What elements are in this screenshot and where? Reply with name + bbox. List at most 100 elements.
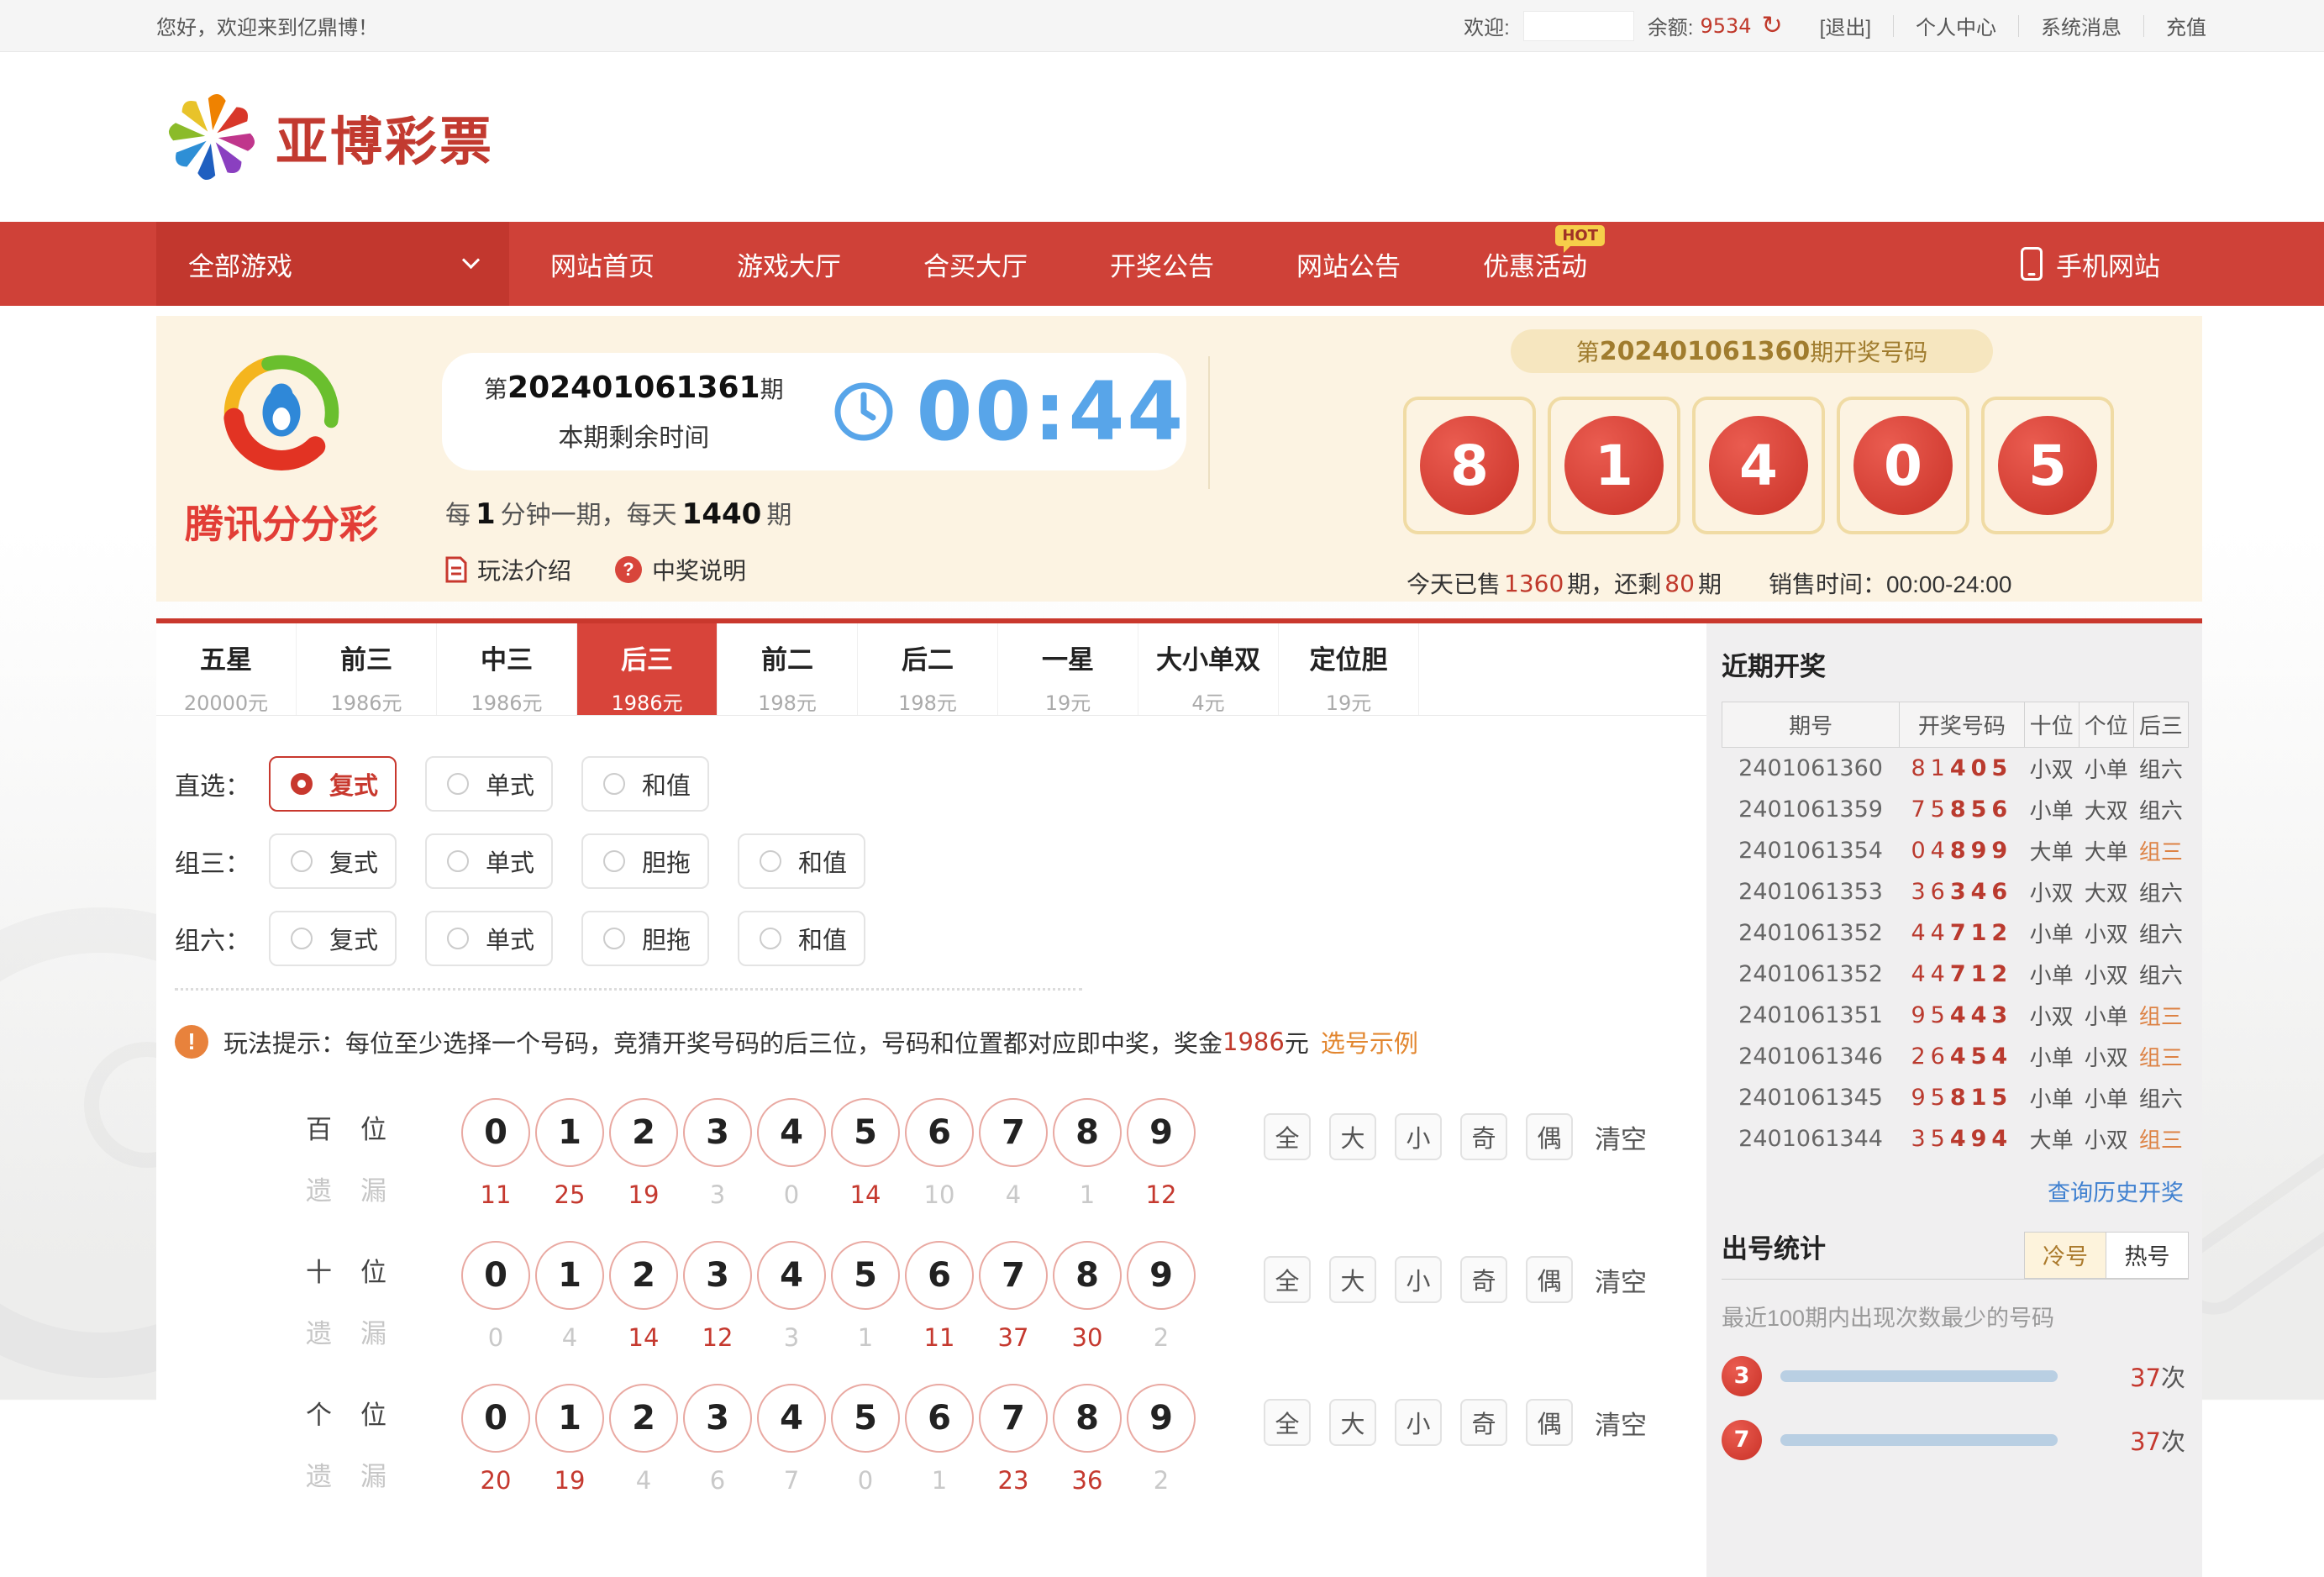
digit-button-0[interactable]: 0: [461, 1098, 530, 1167]
tab-一星[interactable]: 一星19元: [998, 623, 1138, 715]
refresh-icon[interactable]: ↻: [1762, 13, 1783, 39]
nav-item-合买大厅[interactable]: 合买大厅: [882, 222, 1069, 306]
digit-button-5[interactable]: 5: [831, 1241, 900, 1310]
welcome-input[interactable]: [1523, 11, 1634, 41]
quick-奇-button[interactable]: 奇: [1460, 1399, 1507, 1446]
option-单式[interactable]: 单式: [425, 833, 553, 889]
stats-tab-冷号[interactable]: 冷号: [2024, 1232, 2106, 1279]
prize-help-link[interactable]: ? 中奖说明: [615, 553, 746, 586]
digit-button-9[interactable]: 9: [1127, 1384, 1196, 1453]
tab-五星[interactable]: 五星20000元: [156, 623, 297, 715]
digit-cell: 47: [755, 1384, 828, 1495]
history-link[interactable]: 查询历史开奖: [2048, 1180, 2184, 1206]
nav-item-开奖公告[interactable]: 开奖公告: [1069, 222, 1255, 306]
logout-link[interactable]: [退出]: [1820, 11, 1871, 40]
quick-小-button[interactable]: 小: [1395, 1256, 1442, 1303]
radio-icon: [760, 928, 781, 949]
clear-button[interactable]: 清空: [1595, 1118, 1647, 1156]
clear-button[interactable]: 清空: [1595, 1404, 1647, 1442]
digit-button-5[interactable]: 5: [831, 1384, 900, 1453]
tab-price: 198元: [858, 686, 997, 716]
digit-button-2[interactable]: 2: [609, 1098, 678, 1167]
quick-奇-button[interactable]: 奇: [1460, 1256, 1507, 1303]
tip-amount: 1986: [1222, 1028, 1285, 1056]
digit-button-8[interactable]: 8: [1053, 1384, 1122, 1453]
digit-button-5[interactable]: 5: [831, 1098, 900, 1167]
digit-button-3[interactable]: 3: [683, 1384, 752, 1453]
nav-item-游戏大厅[interactable]: 游戏大厅: [696, 222, 882, 306]
digit-button-2[interactable]: 2: [609, 1241, 678, 1310]
quick-大-button[interactable]: 大: [1329, 1256, 1376, 1303]
recharge-link[interactable]: 充值: [2166, 11, 2206, 40]
option-单式[interactable]: 单式: [425, 911, 553, 966]
option-胆拖[interactable]: 胆拖: [581, 911, 709, 966]
digit-button-6[interactable]: 6: [905, 1098, 974, 1167]
user-center-link[interactable]: 个人中心: [1916, 11, 1996, 40]
tab-前三[interactable]: 前三1986元: [297, 623, 437, 715]
nav-item-网站公告[interactable]: 网站公告: [1255, 222, 1442, 306]
mobile-site-link[interactable]: 手机网站: [1980, 222, 2201, 306]
rules-link[interactable]: 玩法介绍: [445, 553, 571, 586]
issue-cell: 2401061346: [1722, 1036, 1900, 1077]
quick-小-button[interactable]: 小: [1395, 1399, 1442, 1446]
tab-中三[interactable]: 中三1986元: [437, 623, 577, 715]
tab-后二[interactable]: 后二198元: [858, 623, 998, 715]
option-复式[interactable]: 复式: [269, 911, 397, 966]
digit-button-0[interactable]: 0: [461, 1384, 530, 1453]
site-logo[interactable]: 亚博彩票: [156, 81, 494, 192]
quick-全-button[interactable]: 全: [1264, 1256, 1311, 1303]
stat-count: 37次: [2130, 1422, 2189, 1458]
system-messages-link[interactable]: 系统消息: [2041, 11, 2122, 40]
digit-button-4[interactable]: 4: [757, 1384, 826, 1453]
history-link-row: 查询历史开奖: [1722, 1159, 2189, 1207]
position-label: 十位: [306, 1251, 386, 1289]
option-胆拖[interactable]: 胆拖: [581, 833, 709, 889]
digit-button-6[interactable]: 6: [905, 1241, 974, 1310]
digit-button-2[interactable]: 2: [609, 1384, 678, 1453]
quick-偶-button[interactable]: 偶: [1526, 1113, 1573, 1160]
digit-button-7[interactable]: 7: [979, 1384, 1048, 1453]
quick-全-button[interactable]: 全: [1264, 1113, 1311, 1160]
quick-大-button[interactable]: 大: [1329, 1399, 1376, 1446]
digit-button-3[interactable]: 3: [683, 1098, 752, 1167]
option-单式[interactable]: 单式: [425, 756, 553, 812]
quick-大-button[interactable]: 大: [1329, 1113, 1376, 1160]
nav-item-优惠活动[interactable]: 优惠活动HOT: [1442, 222, 1628, 306]
tab-后三[interactable]: 后三1986元: [577, 623, 718, 715]
digit-button-9[interactable]: 9: [1127, 1098, 1196, 1167]
digit-button-7[interactable]: 7: [979, 1241, 1048, 1310]
quick-偶-button[interactable]: 偶: [1526, 1399, 1573, 1446]
option-和值[interactable]: 和值: [581, 756, 709, 812]
option-复式[interactable]: 复式: [269, 833, 397, 889]
quick-偶-button[interactable]: 偶: [1526, 1256, 1573, 1303]
example-link[interactable]: 选号示例: [1321, 1024, 1418, 1059]
quick-奇-button[interactable]: 奇: [1460, 1113, 1507, 1160]
digit-button-1[interactable]: 1: [535, 1241, 604, 1310]
column-header: 后三: [2133, 702, 2188, 748]
digit-button-3[interactable]: 3: [683, 1241, 752, 1310]
digit-button-8[interactable]: 8: [1053, 1098, 1122, 1167]
tab-大小单双[interactable]: 大小单双4元: [1138, 623, 1279, 715]
tab-定位胆[interactable]: 定位胆19元: [1279, 623, 1419, 715]
digit-button-7[interactable]: 7: [979, 1098, 1048, 1167]
last3-cell: 组六: [2133, 789, 2188, 830]
digit-button-1[interactable]: 1: [535, 1098, 604, 1167]
option-复式[interactable]: 复式: [269, 756, 397, 812]
quick-小-button[interactable]: 小: [1395, 1113, 1442, 1160]
option-和值[interactable]: 和值: [738, 833, 865, 889]
tab-前二[interactable]: 前二198元: [718, 623, 858, 715]
clear-button[interactable]: 清空: [1595, 1261, 1647, 1299]
digit-button-4[interactable]: 4: [757, 1241, 826, 1310]
stats-tab-热号[interactable]: 热号: [2106, 1232, 2189, 1279]
digit-button-6[interactable]: 6: [905, 1384, 974, 1453]
digit-button-9[interactable]: 9: [1127, 1241, 1196, 1310]
digit-button-4[interactable]: 4: [757, 1098, 826, 1167]
option-和值[interactable]: 和值: [738, 911, 865, 966]
all-games-dropdown[interactable]: 全部游戏: [156, 222, 509, 306]
digit-cell: 125: [533, 1098, 607, 1209]
digit-button-8[interactable]: 8: [1053, 1241, 1122, 1310]
digit-button-1[interactable]: 1: [535, 1384, 604, 1453]
nav-item-网站首页[interactable]: 网站首页: [509, 222, 696, 306]
quick-全-button[interactable]: 全: [1264, 1399, 1311, 1446]
digit-button-0[interactable]: 0: [461, 1241, 530, 1310]
